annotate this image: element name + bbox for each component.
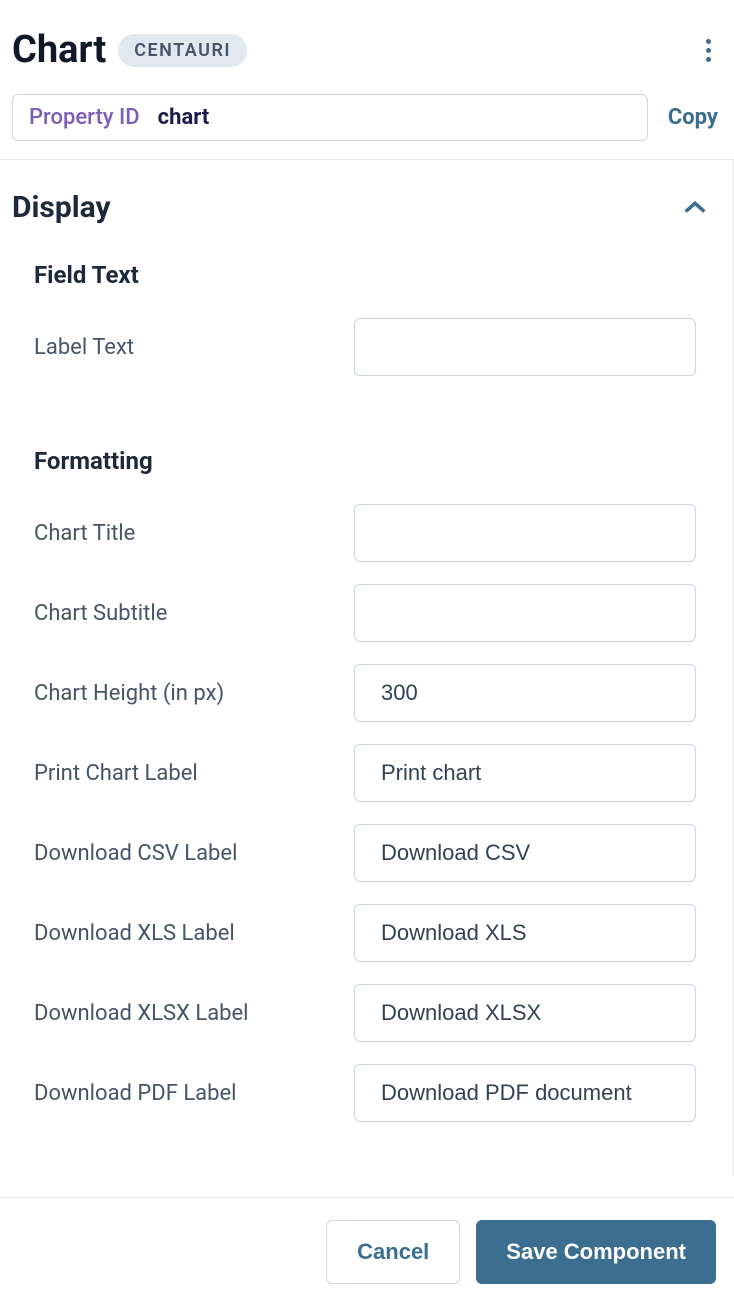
- label-text-label: Label Text: [34, 335, 354, 360]
- chart-subtitle-row: Chart Subtitle: [0, 573, 733, 653]
- print-chart-label: Print Chart Label: [34, 761, 354, 786]
- field-text-heading: Field Text: [0, 249, 733, 307]
- download-csv-row: Download CSV Label: [0, 813, 733, 893]
- page-title: Chart: [12, 28, 106, 72]
- footer: Cancel Save Component: [0, 1197, 734, 1306]
- download-pdf-row: Download PDF Label: [0, 1053, 733, 1133]
- property-id-label: Property ID: [29, 105, 140, 130]
- content-scroll: Display Field Text Label Text Formatting…: [0, 160, 734, 1176]
- print-chart-row: Print Chart Label: [0, 733, 733, 813]
- property-id-box[interactable]: Property ID chart: [12, 94, 648, 141]
- label-text-row: Label Text: [0, 307, 733, 387]
- chart-title-row: Chart Title: [0, 493, 733, 573]
- display-section-title: Display: [12, 190, 111, 225]
- print-chart-input[interactable]: [354, 744, 696, 802]
- label-text-input[interactable]: [354, 318, 696, 376]
- chevron-up-icon: [681, 194, 709, 222]
- download-csv-label: Download CSV Label: [34, 841, 354, 866]
- property-id-value: chart: [158, 105, 210, 130]
- save-component-button[interactable]: Save Component: [476, 1220, 716, 1284]
- chart-subtitle-label: Chart Subtitle: [34, 601, 354, 626]
- download-xls-input[interactable]: [354, 904, 696, 962]
- chart-subtitle-input[interactable]: [354, 584, 696, 642]
- formatting-heading: Formatting: [0, 435, 733, 493]
- more-vertical-icon[interactable]: [698, 36, 718, 64]
- display-section-header[interactable]: Display: [0, 160, 733, 249]
- property-id-row: Property ID chart Copy: [12, 94, 718, 141]
- download-xlsx-input[interactable]: [354, 984, 696, 1042]
- download-csv-input[interactable]: [354, 824, 696, 882]
- chart-height-row: Chart Height (in px): [0, 653, 733, 733]
- download-pdf-label: Download PDF Label: [34, 1081, 354, 1106]
- header: Chart CENTAURI Property ID chart Copy: [0, 0, 734, 160]
- chart-height-label: Chart Height (in px): [34, 681, 354, 706]
- copy-button[interactable]: Copy: [668, 105, 718, 130]
- download-xls-label: Download XLS Label: [34, 921, 354, 946]
- component-badge: CENTAURI: [118, 34, 247, 67]
- download-xlsx-label: Download XLSX Label: [34, 1001, 354, 1026]
- cancel-button[interactable]: Cancel: [326, 1220, 460, 1284]
- chart-title-input[interactable]: [354, 504, 696, 562]
- title-row: Chart CENTAURI: [12, 28, 718, 72]
- download-pdf-input[interactable]: [354, 1064, 696, 1122]
- download-xls-row: Download XLS Label: [0, 893, 733, 973]
- chart-title-label: Chart Title: [34, 521, 354, 546]
- download-xlsx-row: Download XLSX Label: [0, 973, 733, 1053]
- chart-height-input[interactable]: [354, 664, 696, 722]
